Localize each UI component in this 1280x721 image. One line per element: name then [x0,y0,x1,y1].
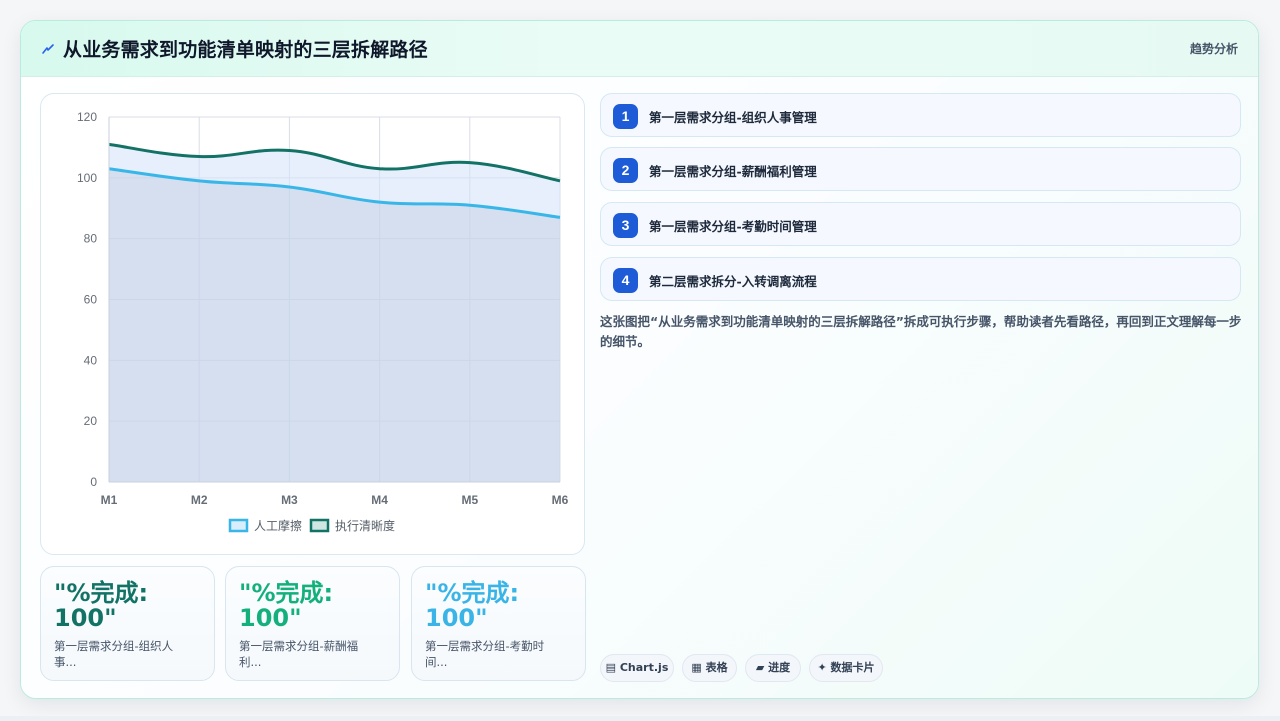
stat-value: "%完成: 100" [425,579,520,632]
table-icon: ▦ [691,661,702,674]
main-card: 从业务需求到功能清单映射的三层拆解路径 趋势分析 0 20 40 60 80 100 120… [20,20,1259,699]
step-item-2[interactable]: 2 第一层需求分组-薪酬福利管理 [600,147,1241,191]
description-text: 这张图把“从业务需求到功能清单映射的三层拆解路径”拆成可执行步骤，帮助读者先看路… [600,314,1242,349]
stat-card-1: "%完成: 100" 第一层需求分组-组织人事... [40,566,215,681]
page-bottom-edge [0,716,1280,721]
step-number: 4 [613,268,638,293]
series-area-fill [109,168,560,482]
step-number: 3 [613,213,638,238]
stat-card-3: "%完成: 100" 第一层需求分组-考勤时间... [411,566,586,681]
x-tick-label: M4 [371,493,388,507]
step-label: 第一层需求分组-考勤时间管理 [649,219,817,234]
step-label: 第一层需求分组-薪酬福利管理 [649,164,817,179]
y-tick-label: 20 [84,414,98,428]
y-tick-label: 100 [77,171,97,185]
stat-label: 第一层需求分组-组织人事... [54,639,174,669]
tag-label: 数据卡片 [830,661,875,674]
chart-icon: ▤ [605,661,617,674]
y-tick-label: 0 [90,475,97,489]
tag-label: 表格 [705,661,728,674]
legend-swatch [309,518,330,533]
page-title: 从业务需求到功能清单映射的三层拆解路径 [63,39,428,61]
legend-label: 执行清晰度 [335,518,395,533]
step-item-1[interactable]: 1 第一层需求分组-组织人事管理 [600,93,1241,137]
step-number: 2 [613,158,638,183]
step-item-3[interactable]: 3 第一层需求分组-考勤时间管理 [600,202,1241,246]
legend-swatch [228,518,249,533]
tag-label: Chart.js [619,661,669,674]
tag-data-card[interactable]: ✦ 数据卡片 [809,654,883,682]
tag-label: 进度 [768,661,791,674]
lightning-icon [42,44,54,54]
tag-table[interactable]: ▦ 表格 [682,654,737,682]
stat-value: "%完成: 100" [54,579,149,632]
step-label: 第二层需求拆分-入转调离流程 [649,274,817,289]
step-label: 第一层需求分组-组织人事管理 [649,110,817,125]
y-tick-label: 40 [84,353,98,367]
x-tick-label: M2 [191,493,208,507]
y-tick-label: 60 [84,293,98,307]
step-item-4[interactable]: 4 第二层需求拆分-入转调离流程 [600,257,1241,301]
legend-label: 人工摩擦 [254,518,302,533]
x-tick-label: M1 [101,493,118,507]
step-number: 1 [613,104,638,129]
chart-panel: 0 20 40 60 80 100 120 M1 M2 M3 M4 M5 M6 人工摩擦 执行清晰度 [40,93,585,555]
sparkle-icon: ✦ [817,661,827,674]
x-tick-label: M3 [281,493,298,507]
header-tag: 趋势分析 [1189,42,1238,56]
stat-label: 第一层需求分组-薪酬福利... [239,639,359,669]
card-header: 从业务需求到功能清单映射的三层拆解路径 趋势分析 [21,21,1258,77]
stat-label: 第一层需求分组-考勤时间... [425,639,545,669]
tag-progress[interactable]: ▰ 进度 [745,654,801,682]
stat-card-2: "%完成: 100" 第一层需求分组-薪酬福利... [225,566,400,681]
line-chart: 0 20 40 60 80 100 120 M1 M2 M3 M4 M5 M6 人工摩擦 执行清晰度 [77,110,569,533]
x-tick-label: M5 [461,493,478,507]
y-tick-label: 120 [77,110,97,124]
x-tick-label: M6 [552,493,569,507]
y-tick-label: 80 [84,232,98,246]
tag-chartjs[interactable]: ▤ Chart.js [600,654,674,682]
progress-icon: ▰ [755,661,765,674]
stat-value: "%完成: 100" [239,579,334,632]
